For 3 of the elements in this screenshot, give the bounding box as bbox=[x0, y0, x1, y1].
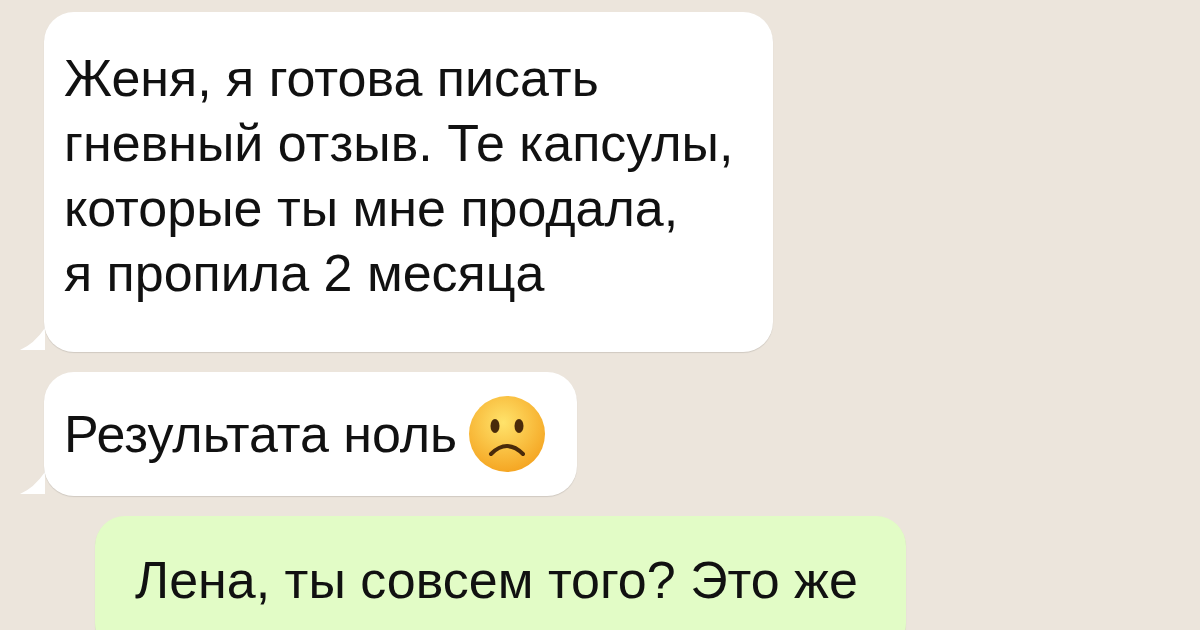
message-text: Лена, ты совсем того? Это же bbox=[135, 550, 858, 611]
message-text: Женя, я готова писать гневный отзыв. Те капсулы, которые ты мне продала, я пропила 2 месяца bbox=[64, 48, 734, 304]
message-text: Результата ноль bbox=[64, 403, 458, 465]
